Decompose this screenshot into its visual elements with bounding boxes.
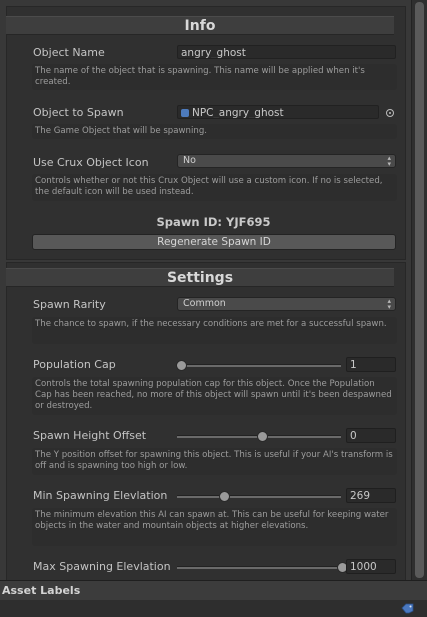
spawn-rarity-label: Spawn Rarity [33, 298, 106, 311]
dropdown-arrows-icon: ▴ ▾ [387, 297, 391, 311]
object-name-label: Object Name [33, 46, 105, 59]
population-cap-label: Population Cap [33, 358, 116, 371]
settings-header: Settings [6, 268, 394, 287]
population-cap-input[interactable]: 1 [346, 357, 396, 372]
population-cap-slider[interactable] [177, 364, 341, 367]
asset-labels-title: Asset Labels [2, 584, 81, 597]
spawn-rarity-value: Common [183, 298, 226, 309]
spawn-rarity-dropdown[interactable]: Common ▴ ▾ [177, 297, 396, 311]
scrollbar-thumb[interactable] [415, 2, 424, 578]
use-icon-label: Use Crux Object Icon [33, 156, 149, 169]
object-picker-icon[interactable] [386, 109, 394, 117]
height-offset-slider-knob[interactable] [256, 431, 268, 442]
use-icon-value: No [183, 155, 196, 166]
use-icon-help: Controls whether or not this Crux Object… [32, 174, 397, 201]
use-icon-dropdown[interactable]: No ▴ ▾ [177, 154, 396, 168]
height-offset-input[interactable]: 0 [346, 428, 396, 443]
dropdown-arrows-icon: ▴ ▾ [387, 154, 391, 168]
regenerate-spawn-id-button[interactable]: Regenerate Spawn ID [32, 234, 396, 250]
info-header: Info [6, 16, 394, 35]
min-elevation-input[interactable]: 269 [346, 488, 396, 503]
height-offset-label: Spawn Height Offset [33, 429, 147, 442]
population-cap-slider-knob[interactable] [176, 360, 187, 371]
object-to-spawn-help: The Game Object that will be spawning. [32, 124, 397, 139]
max-elevation-slider[interactable] [177, 566, 341, 569]
asset-labels-footer [0, 600, 427, 617]
inspector-window: Info Object Name angry_ghost The name of… [0, 0, 427, 617]
max-elevation-label: Max Spawning Elevlation [33, 560, 171, 573]
cube-icon [181, 109, 189, 117]
spawn-id-label: Spawn ID: YJF695 [156, 215, 271, 229]
asset-labels-bar[interactable]: Asset Labels [0, 580, 427, 600]
inspector-panel: Info Object Name angry_ghost The name of… [0, 0, 411, 580]
min-elevation-help: The minimum elevation this AI can spawn … [32, 508, 397, 546]
min-elevation-slider[interactable] [177, 495, 341, 498]
min-elevation-label: Min Spawning Elevlation [33, 489, 168, 502]
spawn-rarity-help: The chance to spawn, if the necessary co… [32, 317, 397, 344]
height-offset-help: The Y position offset for spawning this … [32, 448, 397, 475]
object-to-spawn-label: Object to Spawn [33, 106, 124, 119]
object-to-spawn-field[interactable]: NPC_angry_ghost [177, 105, 379, 119]
object-name-input[interactable]: angry_ghost [177, 45, 396, 59]
tag-icon[interactable] [401, 603, 415, 614]
object-to-spawn-value: NPC_angry_ghost [192, 107, 284, 119]
max-elevation-input[interactable]: 1000 [346, 559, 396, 574]
population-cap-help: Controls the total spawning population c… [32, 377, 397, 415]
object-name-help: The name of the object that is spawning.… [32, 64, 397, 90]
vertical-scrollbar[interactable] [411, 0, 427, 580]
